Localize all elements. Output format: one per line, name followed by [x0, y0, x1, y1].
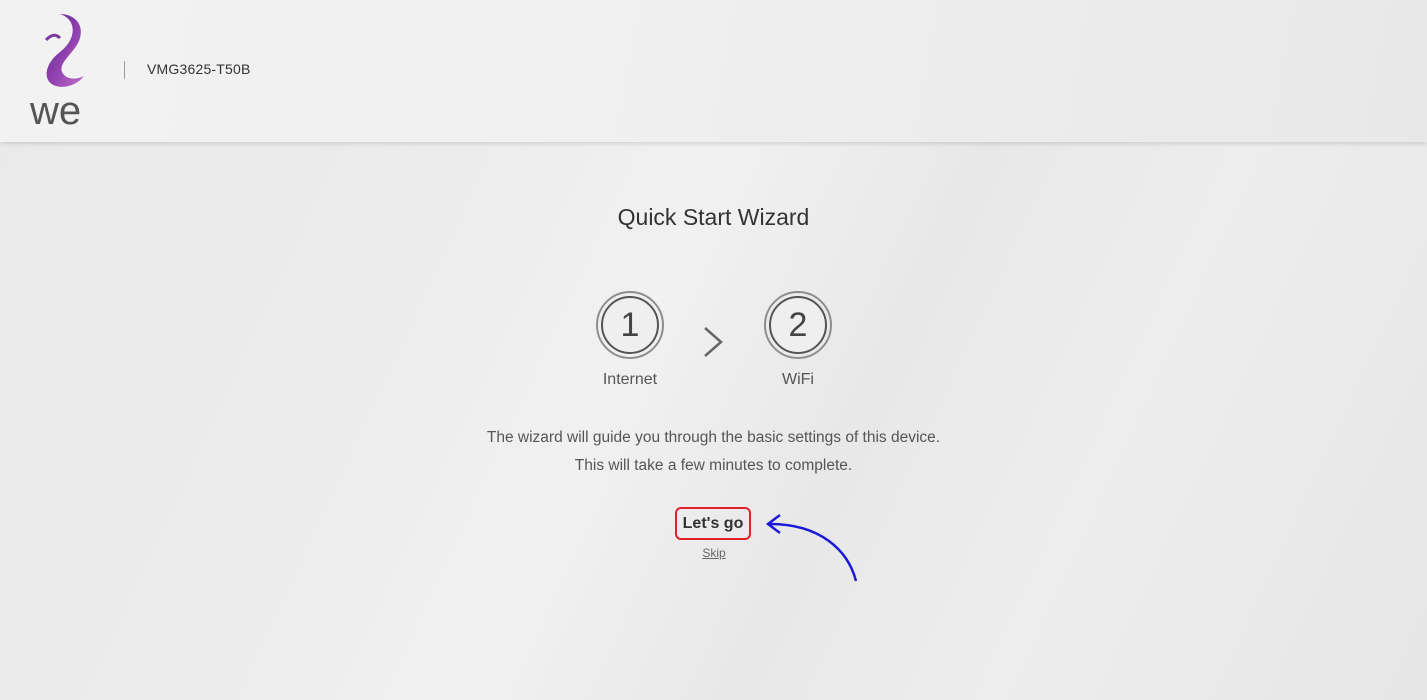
step-wifi: 2	[764, 291, 832, 359]
lets-go-button[interactable]: Let's go	[675, 507, 751, 540]
chevron-right-icon	[704, 327, 723, 357]
wizard-description-line1: The wizard will guide you through the ba…	[486, 429, 941, 446]
page-title: Quick Start Wizard	[617, 204, 810, 230]
annotation-arrow-icon	[765, 514, 858, 582]
step-number: 1	[601, 296, 659, 354]
device-model: VMG3625-T50B	[147, 61, 251, 77]
step-label-internet: Internet	[602, 371, 658, 388]
we-logo: we	[29, 14, 84, 128]
step-number: 2	[769, 296, 827, 354]
step-internet: 1	[596, 291, 664, 359]
step-label-wifi: WiFi	[782, 371, 814, 388]
wizard-description-line2: This will take a few minutes to complete…	[574, 457, 853, 474]
logo-text: we	[29, 89, 81, 128]
top-header: we VMG3625-T50B	[0, 0, 1427, 142]
skip-link[interactable]: Skip	[690, 546, 738, 560]
header-divider	[124, 61, 125, 79]
